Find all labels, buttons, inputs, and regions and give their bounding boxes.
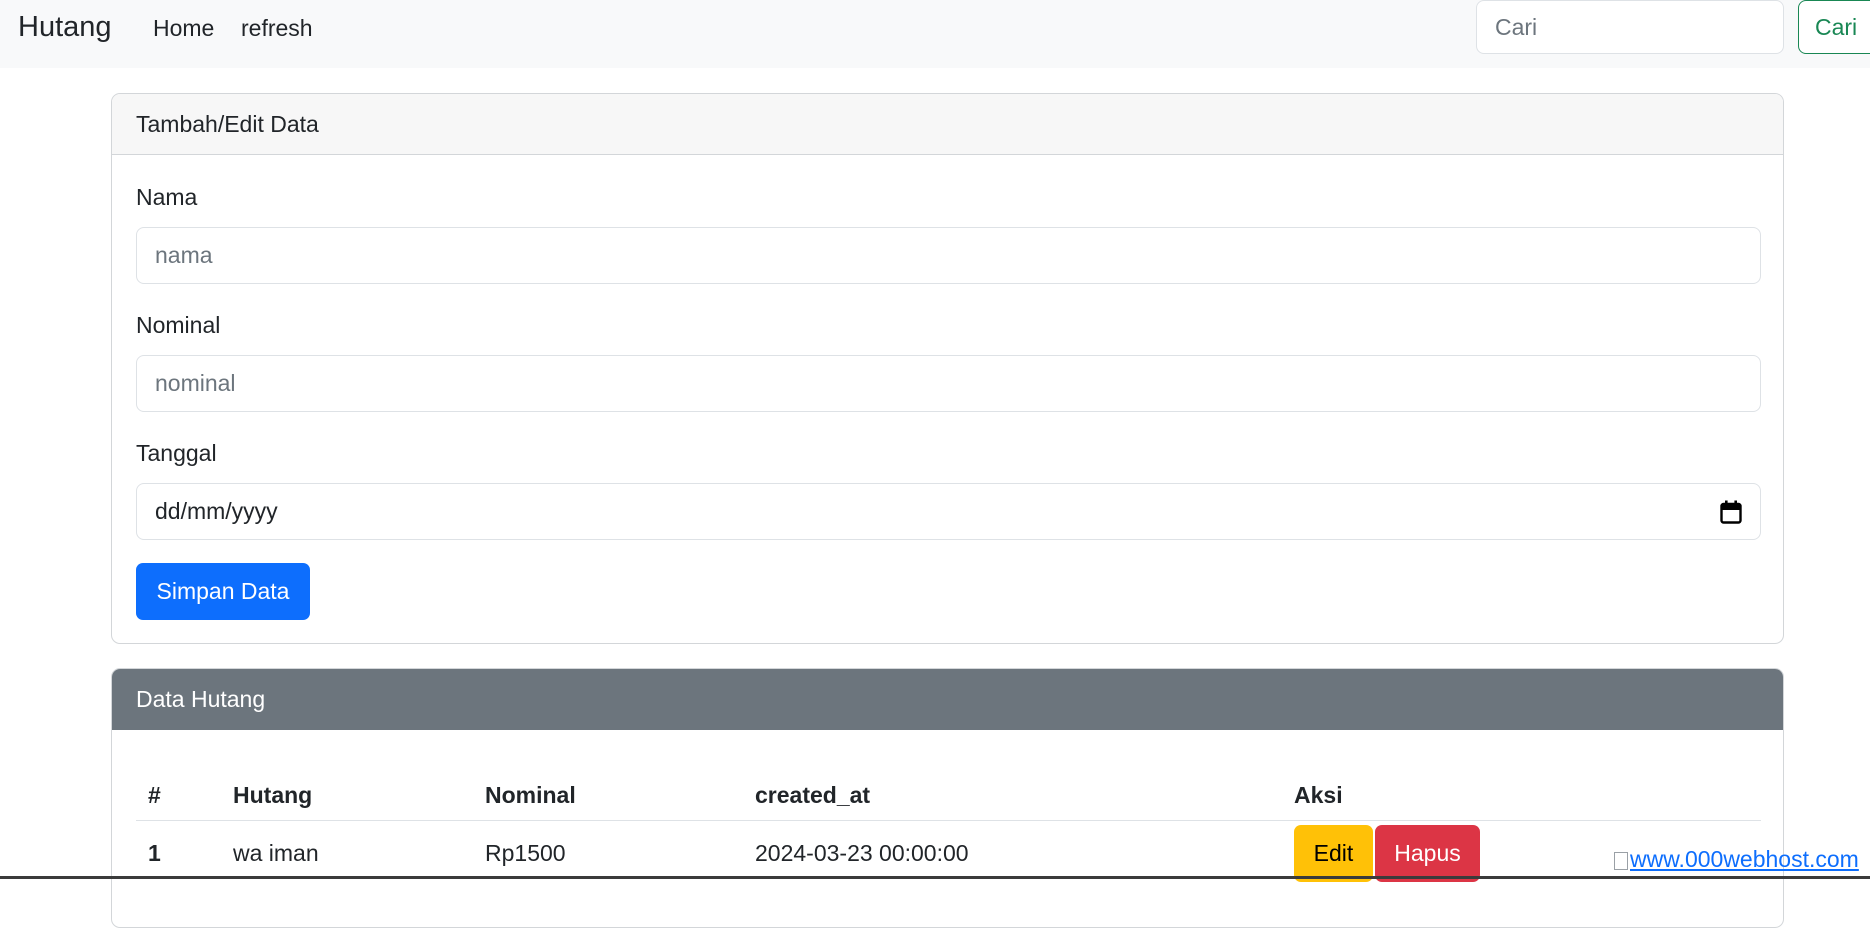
navbar: Hutang Home refresh Cari <box>0 0 1870 68</box>
broken-image-icon <box>1614 852 1628 870</box>
data-hutang-header: Data Hutang <box>112 669 1783 730</box>
tanggal-date-field[interactable]: dd/mm/yyyy <box>136 483 1761 540</box>
data-hutang-card: Data Hutang # Hutang Nominal created_at … <box>111 668 1784 928</box>
date-field-value: dd/mm/yyyy <box>155 498 278 524</box>
column-header-hutang: Hutang <box>221 770 473 821</box>
nama-field[interactable] <box>136 227 1761 284</box>
webhost-banner-link[interactable]: www.000webhost.com <box>1614 846 1870 876</box>
search-button[interactable]: Cari <box>1798 0 1870 54</box>
hapus-button[interactable]: Hapus <box>1375 824 1480 882</box>
column-header-number: # <box>136 770 221 821</box>
tanggal-label: Tanggal <box>136 440 217 466</box>
nav-link-refresh[interactable]: refresh <box>241 15 313 42</box>
nav-link-home[interactable]: Home <box>153 15 214 42</box>
edit-button[interactable]: Edit <box>1294 824 1373 882</box>
navbar-brand[interactable]: Hutang <box>18 11 112 44</box>
column-header-aksi: Aksi <box>1282 770 1761 821</box>
nominal-field[interactable] <box>136 355 1761 412</box>
form-card-header: Tambah/Edit Data <box>112 94 1783 155</box>
hutang-table: # Hutang Nominal created_at Aksi 1 wa im… <box>136 770 1761 885</box>
nama-label: Nama <box>136 184 198 210</box>
simpan-data-button[interactable]: Simpan Data <box>136 563 310 620</box>
column-header-created-at: created_at <box>743 770 1282 821</box>
column-header-nominal: Nominal <box>473 770 743 821</box>
nominal-label: Nominal <box>136 312 221 338</box>
form-card: Tambah/Edit Data Nama Nominal Tanggal dd… <box>111 93 1784 644</box>
search-input[interactable] <box>1476 0 1784 54</box>
table-header-row: # Hutang Nominal created_at Aksi <box>136 770 1761 821</box>
calendar-icon[interactable] <box>1720 500 1742 524</box>
webhost-link-text: www.000webhost.com <box>1630 846 1859 872</box>
